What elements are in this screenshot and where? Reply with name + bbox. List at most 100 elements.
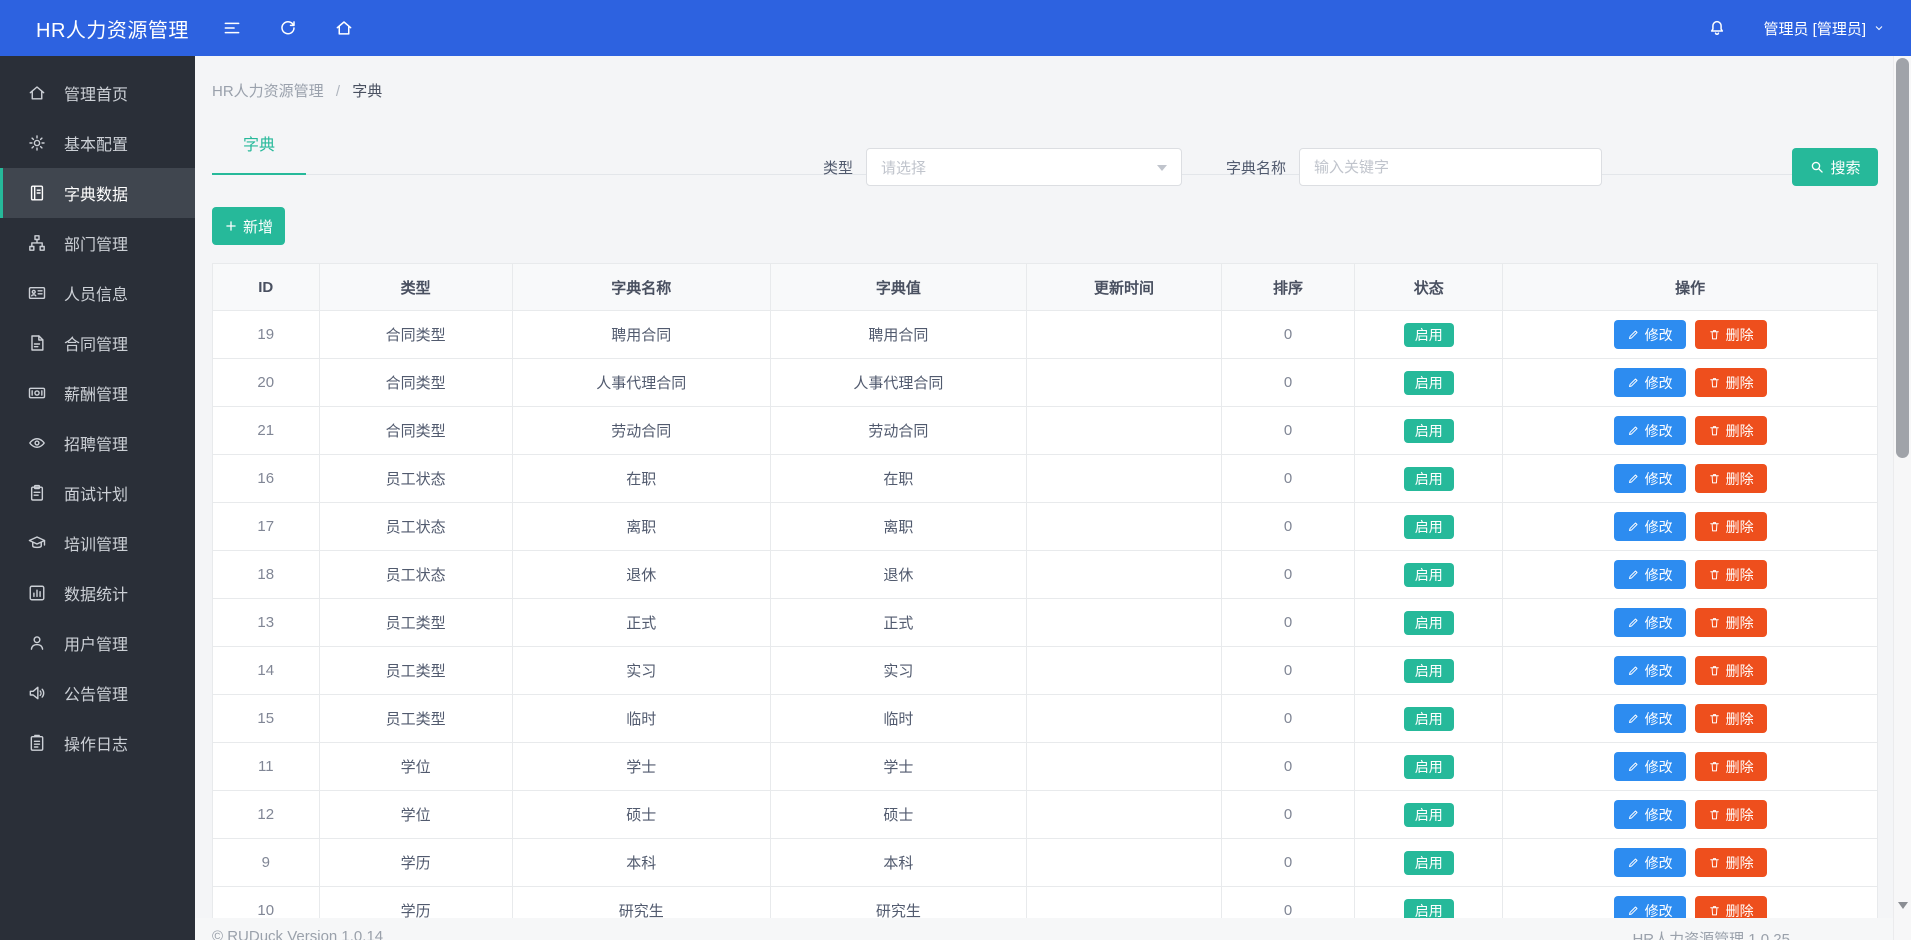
edit-button[interactable]: 修改 xyxy=(1614,416,1686,445)
cell-actions: 修改删除 xyxy=(1503,599,1878,647)
cell-updated xyxy=(1027,455,1222,503)
user-menu[interactable]: 管理员 [管理员] xyxy=(1763,18,1885,39)
vertical-scrollbar[interactable] xyxy=(1893,56,1911,940)
collapse-sidebar-icon[interactable] xyxy=(222,18,242,38)
edit-button[interactable]: 修改 xyxy=(1614,800,1686,829)
sidebar-item-personnel[interactable]: 人员信息 xyxy=(0,268,195,318)
scrollbar-thumb[interactable] xyxy=(1896,58,1909,458)
cell-actions: 修改删除 xyxy=(1503,311,1878,359)
id-card-icon xyxy=(27,283,47,303)
cell-actions: 修改删除 xyxy=(1503,503,1878,551)
cell-id: 14 xyxy=(213,647,320,695)
delete-button[interactable]: 删除 xyxy=(1695,656,1767,685)
cell-actions: 修改删除 xyxy=(1503,743,1878,791)
search-button[interactable]: 搜索 xyxy=(1792,148,1878,186)
edit-button[interactable]: 修改 xyxy=(1614,656,1686,685)
sidebar-item-dashboard[interactable]: 管理首页 xyxy=(0,68,195,118)
sidebar-item-label: 部门管理 xyxy=(64,231,128,255)
sidebar: 管理首页基本配置字典数据部门管理人员信息合同管理薪酬管理招聘管理面试计划培训管理… xyxy=(0,56,195,940)
sidebar-item-dictionary[interactable]: 字典数据 xyxy=(0,168,195,218)
delete-button[interactable]: 删除 xyxy=(1695,512,1767,541)
cell-sort: 0 xyxy=(1221,647,1354,695)
sidebar-item-recruitment[interactable]: 招聘管理 xyxy=(0,418,195,468)
delete-button[interactable]: 删除 xyxy=(1695,560,1767,589)
sidebar-item-training[interactable]: 培训管理 xyxy=(0,518,195,568)
trash-icon xyxy=(1708,904,1721,917)
cell-dict-value: 学士 xyxy=(770,743,1026,791)
dict-name-label: 字典名称 xyxy=(1226,157,1286,178)
tab-dictionary[interactable]: 字典 xyxy=(212,123,306,175)
select-caret-icon xyxy=(1157,165,1167,176)
delete-button[interactable]: 删除 xyxy=(1695,464,1767,493)
sidebar-item-users[interactable]: 用户管理 xyxy=(0,618,195,668)
delete-button[interactable]: 删除 xyxy=(1695,800,1767,829)
cell-actions: 修改删除 xyxy=(1503,551,1878,599)
cell-dict-value: 实习 xyxy=(770,647,1026,695)
pencil-icon xyxy=(1627,856,1640,869)
status-badge: 启用 xyxy=(1404,851,1454,875)
edit-button[interactable]: 修改 xyxy=(1614,560,1686,589)
dict-name-input[interactable] xyxy=(1299,148,1602,186)
sidebar-item-announcements[interactable]: 公告管理 xyxy=(0,668,195,718)
cell-sort: 0 xyxy=(1221,695,1354,743)
edit-button[interactable]: 修改 xyxy=(1614,704,1686,733)
bell-icon[interactable] xyxy=(1707,18,1727,38)
user-icon xyxy=(27,633,47,653)
sidebar-item-operation-logs[interactable]: 操作日志 xyxy=(0,718,195,768)
sidebar-item-departments[interactable]: 部门管理 xyxy=(0,218,195,268)
scrollbar-down-arrow-icon[interactable] xyxy=(1898,902,1908,914)
cell-dict-name: 劳动合同 xyxy=(512,407,770,455)
cell-id: 17 xyxy=(213,503,320,551)
edit-button[interactable]: 修改 xyxy=(1614,368,1686,397)
cell-type: 员工状态 xyxy=(319,503,512,551)
sidebar-item-base-config[interactable]: 基本配置 xyxy=(0,118,195,168)
delete-button[interactable]: 删除 xyxy=(1695,416,1767,445)
edit-button[interactable]: 修改 xyxy=(1614,848,1686,877)
edit-button[interactable]: 修改 xyxy=(1614,512,1686,541)
sitemap-icon xyxy=(27,233,47,253)
pencil-icon xyxy=(1627,328,1640,341)
home-icon[interactable] xyxy=(334,18,354,38)
delete-button[interactable]: 删除 xyxy=(1695,320,1767,349)
delete-button[interactable]: 删除 xyxy=(1695,608,1767,637)
search-button-label: 搜索 xyxy=(1830,157,1860,178)
cell-actions: 修改删除 xyxy=(1503,695,1878,743)
cell-status: 启用 xyxy=(1355,695,1503,743)
plus-icon xyxy=(224,219,238,233)
delete-button[interactable]: 删除 xyxy=(1695,368,1767,397)
cell-status: 启用 xyxy=(1355,647,1503,695)
pencil-icon xyxy=(1627,472,1640,485)
table-row: 16员工状态在职在职0启用修改删除 xyxy=(213,455,1878,503)
edit-button[interactable]: 修改 xyxy=(1614,608,1686,637)
column-header: 类型 xyxy=(319,264,512,311)
trash-icon xyxy=(1708,568,1721,581)
refresh-icon[interactable] xyxy=(278,18,298,38)
delete-button[interactable]: 删除 xyxy=(1695,848,1767,877)
status-badge: 启用 xyxy=(1404,419,1454,443)
type-select[interactable]: 请选择 xyxy=(866,148,1182,186)
edit-button[interactable]: 修改 xyxy=(1614,752,1686,781)
sidebar-item-statistics[interactable]: 数据统计 xyxy=(0,568,195,618)
trash-icon xyxy=(1708,664,1721,677)
edit-button[interactable]: 修改 xyxy=(1614,464,1686,493)
status-badge: 启用 xyxy=(1404,323,1454,347)
add-button[interactable]: 新增 xyxy=(212,207,285,245)
cell-updated xyxy=(1027,695,1222,743)
breadcrumb-root[interactable]: HR人力资源管理 xyxy=(212,83,324,100)
sidebar-item-contracts[interactable]: 合同管理 xyxy=(0,318,195,368)
sidebar-item-interview-plan[interactable]: 面试计划 xyxy=(0,468,195,518)
status-badge: 启用 xyxy=(1404,563,1454,587)
chevron-down-icon xyxy=(1873,22,1885,34)
cell-dict-value: 退休 xyxy=(770,551,1026,599)
cell-id: 9 xyxy=(213,839,320,887)
sidebar-item-salary[interactable]: 薪酬管理 xyxy=(0,368,195,418)
delete-button[interactable]: 删除 xyxy=(1695,704,1767,733)
trash-icon xyxy=(1708,424,1721,437)
delete-button[interactable]: 删除 xyxy=(1695,752,1767,781)
cell-dict-name: 硕士 xyxy=(512,791,770,839)
edit-button[interactable]: 修改 xyxy=(1614,320,1686,349)
breadcrumb-separator: / xyxy=(336,83,340,100)
pencil-icon xyxy=(1627,520,1640,533)
status-badge: 启用 xyxy=(1404,515,1454,539)
cell-dict-value: 正式 xyxy=(770,599,1026,647)
